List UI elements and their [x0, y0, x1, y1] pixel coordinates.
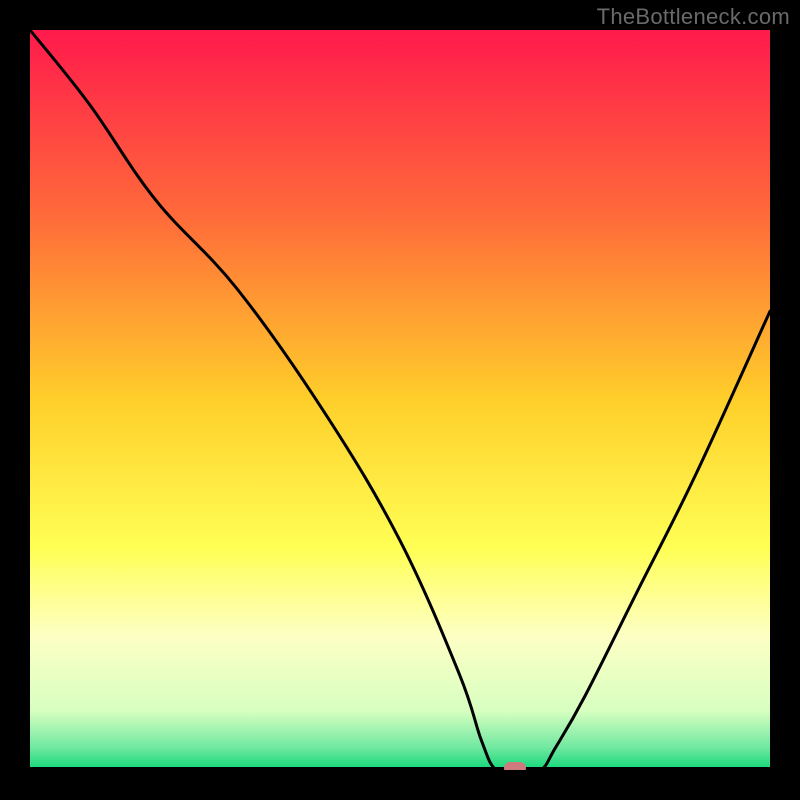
watermark-text: TheBottleneck.com: [597, 4, 790, 30]
plot-area: [30, 30, 770, 770]
gradient-background: [30, 30, 770, 770]
chart-frame: TheBottleneck.com: [0, 0, 800, 800]
optimal-point-marker: [504, 762, 526, 770]
plot-svg: [30, 30, 770, 770]
